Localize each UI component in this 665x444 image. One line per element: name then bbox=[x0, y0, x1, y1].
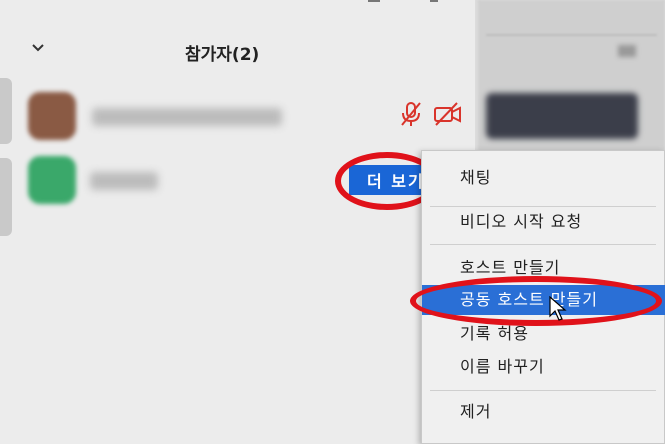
avatar bbox=[28, 92, 76, 140]
blurred-side-panel bbox=[478, 0, 665, 158]
menu-item-chat[interactable]: 채팅 bbox=[422, 163, 665, 193]
participant-row[interactable] bbox=[14, 76, 469, 152]
menu-divider bbox=[430, 244, 656, 245]
participant-name-blurred bbox=[92, 108, 282, 126]
blurred-element bbox=[618, 45, 636, 57]
menu-item-make-cohost[interactable]: 공동 호스트 만들기 bbox=[422, 285, 665, 315]
blurred-button bbox=[486, 93, 638, 139]
video-off-icon[interactable] bbox=[433, 100, 461, 128]
menu-item-rename[interactable]: 이름 바꾸기 bbox=[422, 352, 665, 382]
mouse-cursor-icon bbox=[549, 296, 567, 321]
menu-item-allow-record[interactable]: 기록 허용 bbox=[422, 319, 665, 349]
menu-divider bbox=[430, 390, 656, 391]
page-title: 참가자(2) bbox=[185, 45, 260, 65]
left-edge-shadow bbox=[0, 78, 12, 144]
chevron-down-icon[interactable] bbox=[30, 40, 46, 56]
participant-name-blurred bbox=[90, 172, 158, 190]
mic-muted-icon[interactable] bbox=[397, 100, 425, 128]
left-edge-shadow bbox=[0, 158, 12, 236]
context-menu: 채팅 비디오 시작 요청 호스트 만들기 공동 호스트 만들기 기록 허용 이름… bbox=[421, 150, 665, 444]
top-edge-marks bbox=[360, 0, 440, 3]
avatar bbox=[28, 156, 76, 204]
divider bbox=[486, 34, 657, 36]
more-button[interactable]: 더 보기 bbox=[349, 165, 427, 195]
menu-item-make-host[interactable]: 호스트 만들기 bbox=[422, 253, 665, 283]
panel-header: 참가자(2) bbox=[0, 30, 475, 70]
menu-item-remove[interactable]: 제거 bbox=[422, 397, 665, 427]
menu-item-request-video[interactable]: 비디오 시작 요청 bbox=[422, 207, 665, 237]
